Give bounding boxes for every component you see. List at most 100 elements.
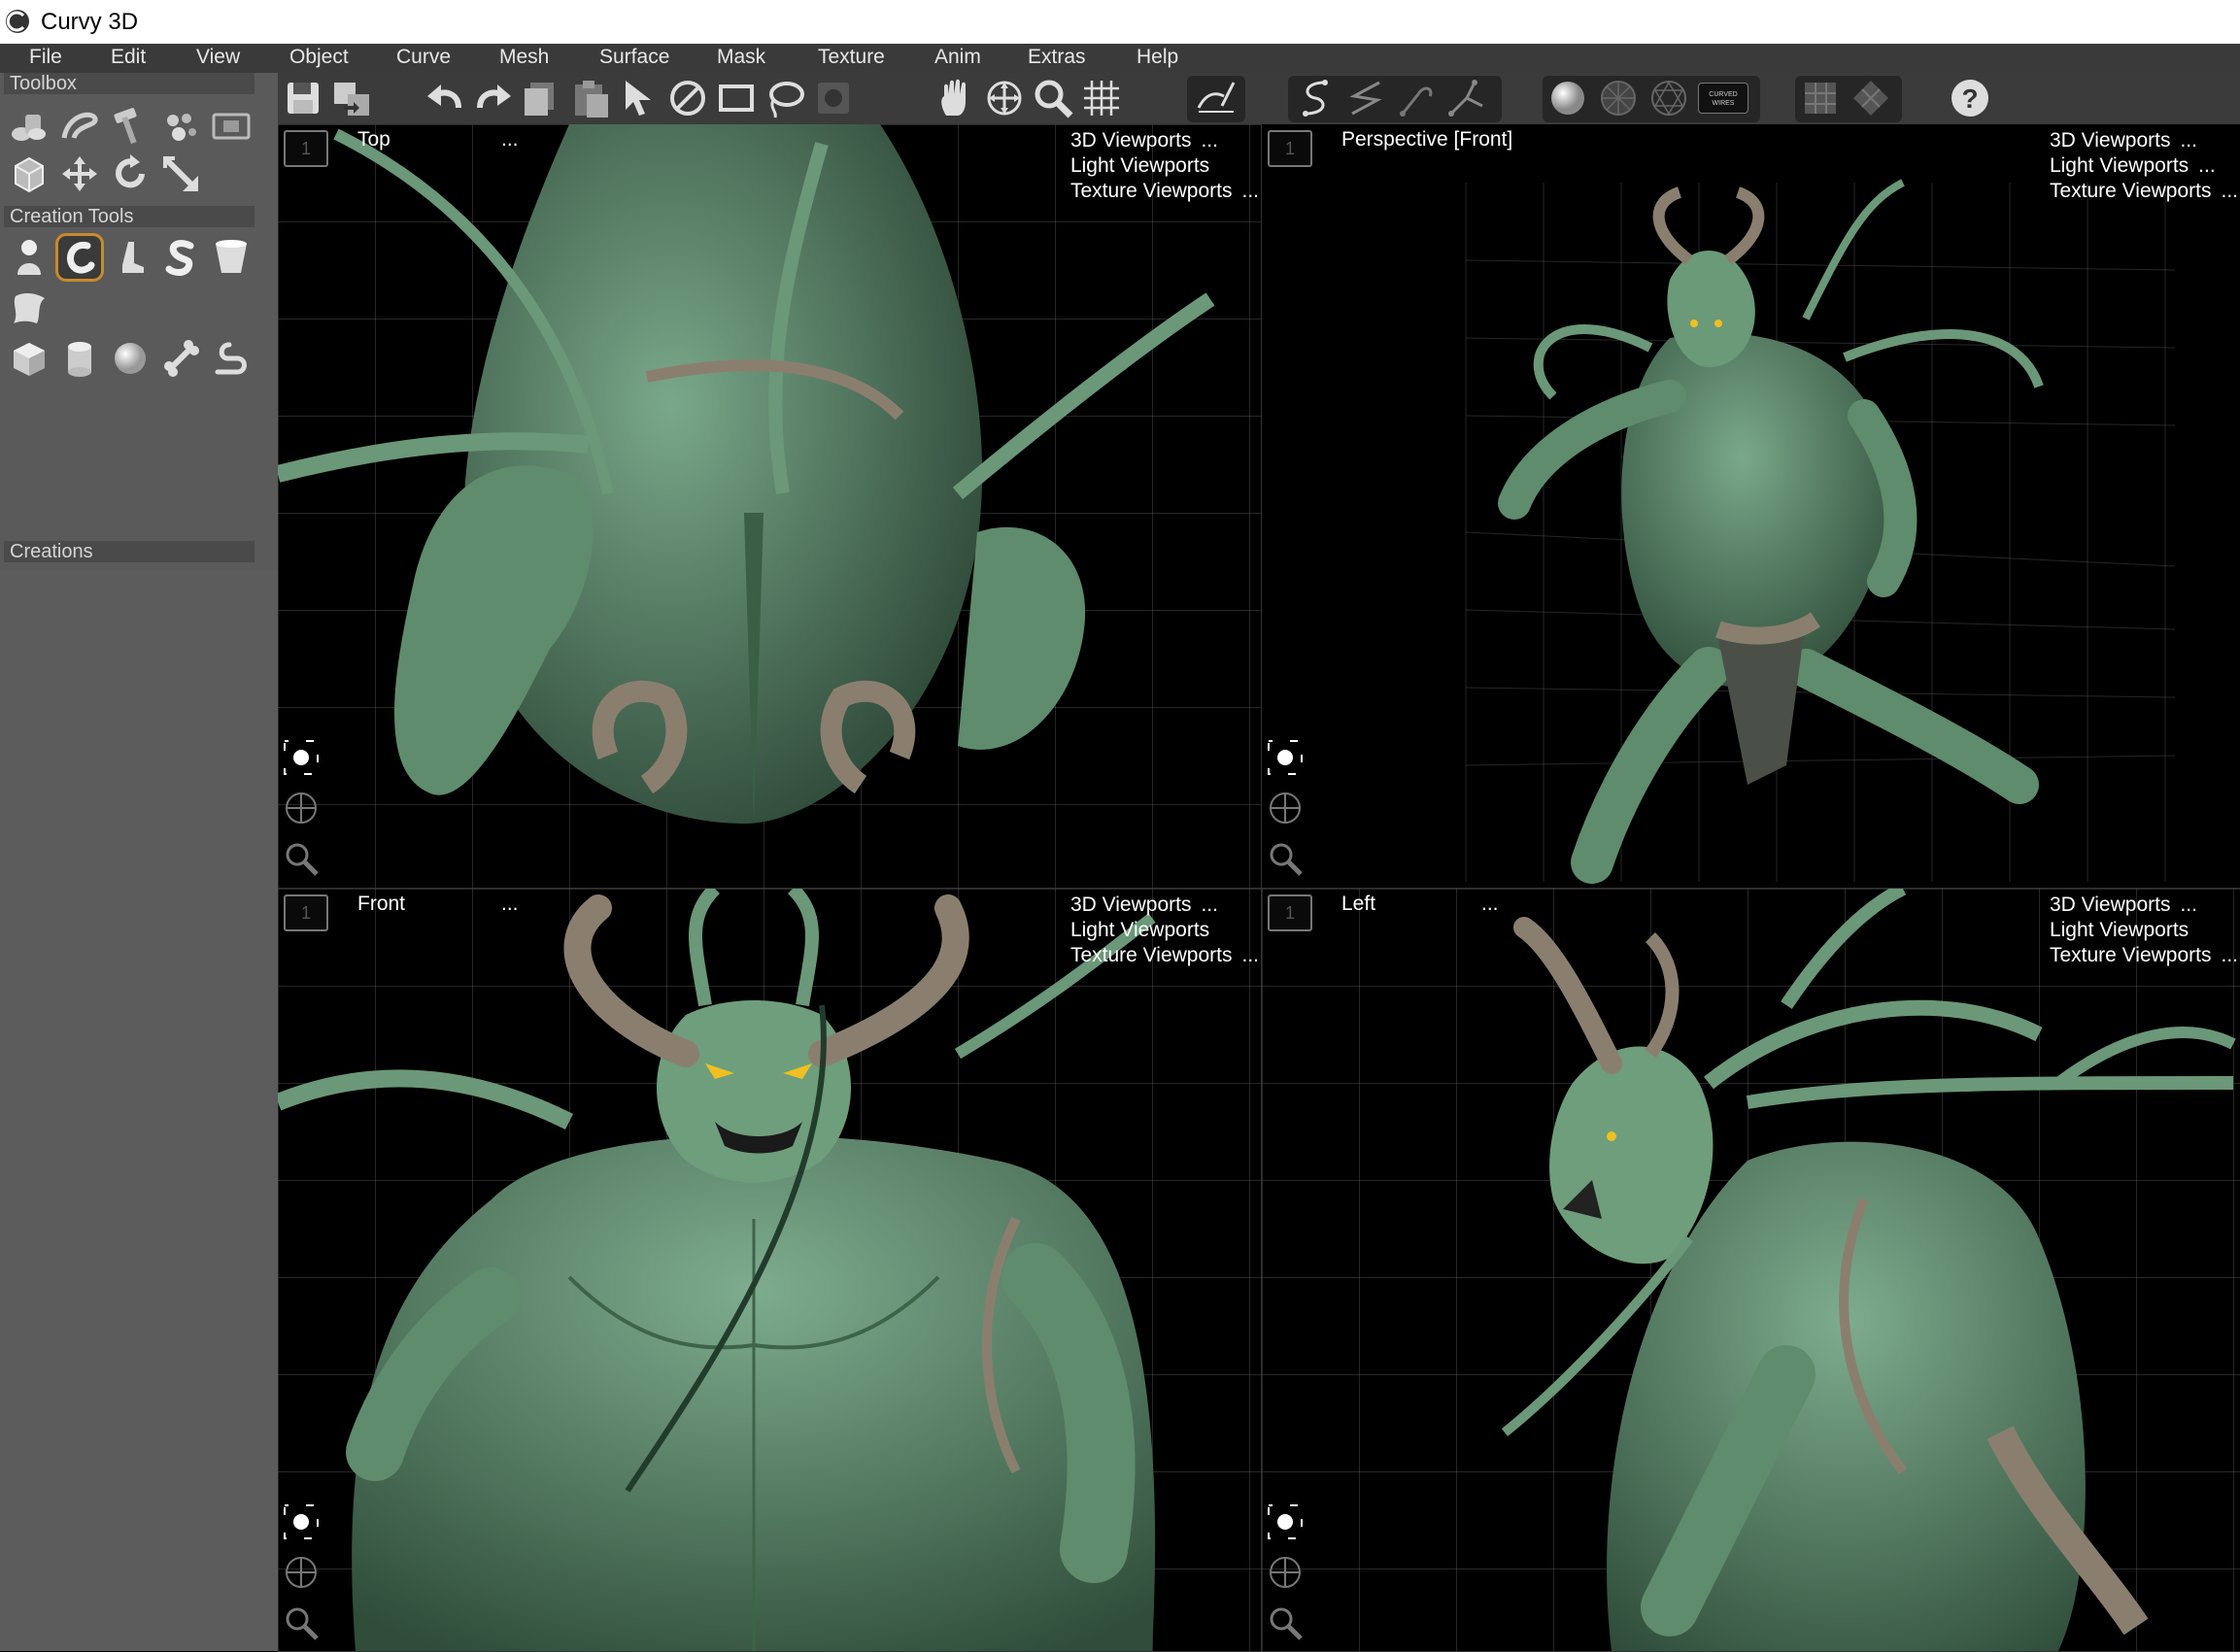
orbit-move-icon[interactable]: [983, 77, 1026, 119]
particles-tool-icon[interactable]: [159, 105, 202, 148]
viewport-label[interactable]: Top: [357, 128, 390, 152]
menu-help[interactable]: Help: [1137, 46, 1178, 69]
menu-surface[interactable]: Surface: [599, 46, 669, 69]
grid-toggle-icon[interactable]: [1080, 77, 1123, 119]
rotate-tool-icon[interactable]: [109, 152, 152, 195]
help-icon[interactable]: ?: [1949, 77, 1991, 119]
camera-move-icon[interactable]: [282, 789, 321, 827]
select-arrow-icon[interactable]: [618, 77, 661, 119]
ortho-layout-icon[interactable]: [1799, 77, 1842, 119]
move-tool-icon[interactable]: [58, 152, 101, 195]
box-select-tool-icon[interactable]: [8, 152, 51, 195]
curved-wires-toggle[interactable]: CURVED WIRES: [1698, 83, 1748, 114]
creation-tools-header[interactable]: Creation Tools: [4, 206, 255, 227]
curved-tube-tool-icon[interactable]: [55, 233, 104, 282]
viewport-number[interactable]: 1: [1268, 130, 1312, 167]
camera-move-icon[interactable]: [1266, 789, 1305, 827]
bowl-shape-tool-icon[interactable]: [210, 236, 253, 279]
camera-move-icon[interactable]: [1266, 1553, 1305, 1592]
zoom-icon[interactable]: [1032, 77, 1074, 119]
image-tool-icon[interactable]: [210, 105, 253, 148]
camera-zoom-icon[interactable]: [282, 1603, 321, 1642]
viewport-3d-link[interactable]: 3D Viewports...: [2050, 128, 2238, 153]
viewport-3d-link[interactable]: 3D Viewports...: [2050, 893, 2238, 918]
shaded-mode-icon[interactable]: [1546, 77, 1589, 119]
camera-target-icon[interactable]: [282, 1502, 321, 1541]
s-shape-tool-icon[interactable]: [159, 236, 202, 279]
creations-header[interactable]: Creations: [4, 541, 255, 562]
camera-move-icon[interactable]: [282, 1553, 321, 1592]
viewport-number[interactable]: 1: [284, 894, 328, 931]
viewport-label[interactable]: Left: [1341, 893, 1375, 916]
viewport-options[interactable]: ...: [501, 893, 519, 916]
menu-edit[interactable]: Edit: [111, 46, 146, 69]
redo-icon[interactable]: [472, 77, 515, 119]
pipe-primitive-icon[interactable]: [210, 337, 253, 380]
scale-tool-icon[interactable]: [159, 152, 202, 195]
save-icon[interactable]: [282, 77, 324, 119]
camera-zoom-icon[interactable]: [282, 839, 321, 878]
perspective-layout-icon[interactable]: [1850, 77, 1892, 119]
camera-zoom-icon[interactable]: [1266, 839, 1305, 878]
deselect-icon[interactable]: [666, 77, 709, 119]
menu-object[interactable]: Object: [289, 46, 349, 69]
undo-icon[interactable]: [424, 77, 466, 119]
lasso-select-icon[interactable]: [764, 77, 806, 119]
camera-zoom-icon[interactable]: [1266, 1603, 1305, 1642]
smooth-brush-icon[interactable]: [1195, 77, 1238, 119]
toolbox-header[interactable]: Toolbox: [4, 73, 255, 94]
menu-mask[interactable]: Mask: [717, 46, 765, 69]
sphere-primitive-icon[interactable]: [109, 337, 152, 380]
viewport-label[interactable]: Front: [357, 893, 405, 916]
curve-hook-icon[interactable]: [1395, 77, 1438, 119]
camera-target-icon[interactable]: [1266, 1502, 1305, 1541]
export-icon[interactable]: [330, 77, 373, 119]
objects-tool-icon[interactable]: [8, 105, 51, 148]
paste-icon[interactable]: [569, 77, 612, 119]
menu-curve[interactable]: Curve: [396, 46, 451, 69]
pan-hand-icon[interactable]: [934, 77, 977, 119]
sculpt-object-tool-icon[interactable]: [8, 236, 51, 279]
viewport-light-link[interactable]: Light Viewports: [2050, 918, 2238, 943]
cube-primitive-icon[interactable]: [8, 337, 51, 380]
camera-target-icon[interactable]: [1266, 738, 1305, 777]
viewport-left[interactable]: 1 Left ... 3D Viewports... Light Viewpor…: [1262, 889, 2240, 1652]
curve-s-icon[interactable]: [1294, 77, 1337, 119]
bone-primitive-icon[interactable]: [159, 337, 202, 380]
menu-anim[interactable]: Anim: [934, 46, 981, 69]
hammer-tool-icon[interactable]: [109, 105, 152, 148]
viewport-number[interactable]: 1: [1268, 894, 1312, 931]
wrap-tool-icon[interactable]: [58, 105, 101, 148]
viewport-top[interactable]: 1 Top ... 3D Viewports... Light Viewport…: [278, 124, 1262, 889]
viewport-options[interactable]: ...: [1481, 893, 1499, 916]
rect-select-icon[interactable]: [715, 77, 758, 119]
viewport-perspective[interactable]: 1 Perspective [Front] 3D Viewports... Li…: [1262, 124, 2240, 889]
menu-texture[interactable]: Texture: [818, 46, 885, 69]
menu-extras[interactable]: Extras: [1028, 46, 1086, 69]
viewport-texture-link[interactable]: Texture Viewports...: [2050, 179, 2238, 204]
viewport-texture-link[interactable]: Texture Viewports...: [2050, 943, 2238, 968]
copy-icon[interactable]: [521, 77, 563, 119]
viewport-3d-link[interactable]: 3D Viewports...: [1070, 893, 1259, 918]
viewport-light-link[interactable]: Light Viewports: [1070, 153, 1259, 179]
wire-shaded-mode-icon[interactable]: [1597, 77, 1640, 119]
wireframe-mode-icon[interactable]: [1647, 77, 1690, 119]
curve-branch-icon[interactable]: [1445, 77, 1488, 119]
flat-shape-tool-icon[interactable]: [8, 287, 51, 329]
viewport-options[interactable]: ...: [501, 128, 519, 152]
viewport-number[interactable]: 1: [284, 130, 328, 167]
cylinder-primitive-icon[interactable]: [58, 337, 101, 380]
menu-file[interactable]: File: [29, 46, 62, 69]
curve-line-icon[interactable]: [1344, 77, 1387, 119]
viewport-light-link[interactable]: Light Viewports...: [2050, 153, 2238, 179]
viewport-texture-link[interactable]: Texture Viewports...: [1070, 179, 1259, 204]
viewport-front[interactable]: 1 Front ... 3D Viewports... Light Viewpo…: [278, 889, 1262, 1652]
menu-mesh[interactable]: Mesh: [499, 46, 549, 69]
viewport-light-link[interactable]: Light Viewports: [1070, 918, 1259, 943]
menu-view[interactable]: View: [196, 46, 240, 69]
camera-target-icon[interactable]: [282, 738, 321, 777]
boot-shape-tool-icon[interactable]: [109, 236, 152, 279]
mask-icon[interactable]: [812, 77, 855, 119]
viewport-texture-link[interactable]: Texture Viewports...: [1070, 943, 1259, 968]
viewport-label[interactable]: Perspective [Front]: [1341, 128, 1512, 152]
